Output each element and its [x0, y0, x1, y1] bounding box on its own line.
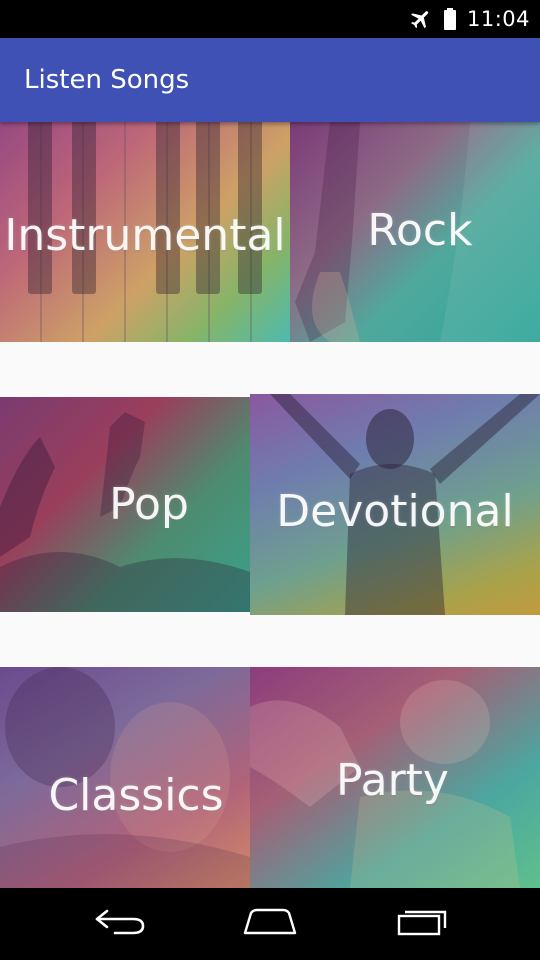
category-tile-devotional[interactable]: Devotional — [250, 394, 540, 615]
category-label: Devotional — [276, 486, 514, 537]
recents-icon — [395, 907, 449, 941]
category-tile-classics[interactable]: Classics — [0, 667, 250, 888]
screen: 11:04 Listen Songs Instrumental Rock Pop… — [0, 0, 540, 960]
status-bar: 11:04 — [0, 0, 540, 38]
category-label: Instrumental — [4, 210, 286, 261]
category-tile-pop[interactable]: Pop — [0, 397, 250, 612]
category-label: Pop — [109, 479, 189, 530]
app-title: Listen Songs — [24, 65, 190, 95]
battery-icon — [443, 7, 457, 31]
airplane-mode-icon — [409, 7, 433, 31]
status-time: 11:04 — [466, 7, 530, 31]
category-tile-party[interactable]: Party — [250, 667, 540, 888]
back-button[interactable] — [70, 888, 170, 960]
home-icon — [241, 907, 299, 941]
category-label: Classics — [48, 770, 224, 821]
category-tile-instrumental[interactable]: Instrumental — [0, 122, 290, 342]
category-label: Party — [336, 755, 449, 806]
app-bar: Listen Songs — [0, 38, 540, 122]
category-label: Rock — [367, 205, 473, 256]
recents-button[interactable] — [372, 888, 472, 960]
status-icons: 11:04 — [409, 0, 530, 38]
navigation-bar — [0, 888, 540, 960]
back-icon — [93, 907, 147, 941]
category-tile-rock[interactable]: Rock — [290, 122, 540, 342]
home-button[interactable] — [220, 888, 320, 960]
